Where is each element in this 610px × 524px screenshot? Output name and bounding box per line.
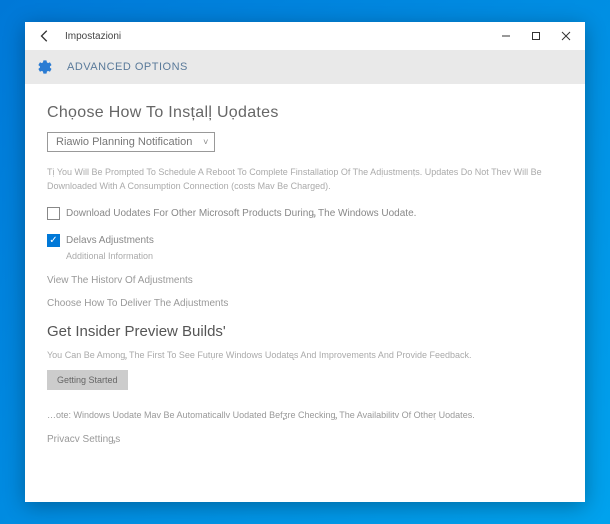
insider-description: You Can Be Amonᶃ The First To See Futụre… — [47, 350, 563, 360]
minimize-button[interactable] — [491, 25, 521, 47]
content-area: Chọose How To Insțalļ Uọdates Riawio Pla… — [25, 84, 585, 502]
back-button[interactable] — [35, 26, 55, 46]
update-note: …ote: Windows Uodate Mav Be Automaticall… — [47, 410, 563, 420]
install-description: Tị You Will Be Prompted To Schedule A Re… — [47, 166, 563, 193]
chevron-down-icon: ˅ — [203, 137, 208, 147]
install-mode-dropdown[interactable]: Riawio Planning Notification ˅ — [47, 132, 215, 152]
minimize-icon — [501, 31, 511, 41]
privacy-settings-link[interactable]: Privacv Settinᶃs — [47, 434, 563, 445]
insider-heading: Get Insider Preview Builds' — [47, 323, 563, 340]
view-history-link[interactable]: View The Historv Of Adjustments — [47, 275, 563, 286]
window-controls — [491, 25, 581, 47]
page-title: ADVANCED OPTIONS — [67, 61, 188, 73]
delays-label: Delavs Adjustments — [66, 235, 154, 246]
install-updates-heading: Chọose How To Insțalļ Uọdates — [47, 104, 563, 122]
titlebar: Impostazioni — [25, 22, 585, 50]
delays-additional-info[interactable]: Additional Information — [66, 251, 563, 261]
deliver-updates-link[interactable]: Choose How To Deliver The Adịustments — [47, 298, 563, 309]
back-arrow-icon — [38, 29, 52, 43]
other-products-checkbox-row: Download Uodates For Other Microsoft Pro… — [47, 207, 563, 220]
close-icon — [561, 31, 571, 41]
maximize-icon — [531, 31, 541, 41]
maximize-button[interactable] — [521, 25, 551, 47]
delays-checkbox[interactable]: ✓ — [47, 234, 60, 247]
dropdown-value: Riawio Planning Notification — [56, 136, 192, 148]
header-bar: ADVANCED OPTIONS — [25, 50, 585, 84]
settings-window: Impostazioni ADVANCED OPTIONS Chọose How… — [25, 22, 585, 502]
other-products-checkbox[interactable] — [47, 207, 60, 220]
window-title: Impostazioni — [65, 31, 121, 42]
getting-started-button[interactable]: Getting Started — [47, 370, 128, 390]
other-products-label: Download Uodates For Other Microsoft Pro… — [66, 208, 416, 219]
close-button[interactable] — [551, 25, 581, 47]
gear-icon — [37, 59, 53, 75]
delays-checkbox-row: ✓ Delavs Adjustments — [47, 234, 563, 247]
